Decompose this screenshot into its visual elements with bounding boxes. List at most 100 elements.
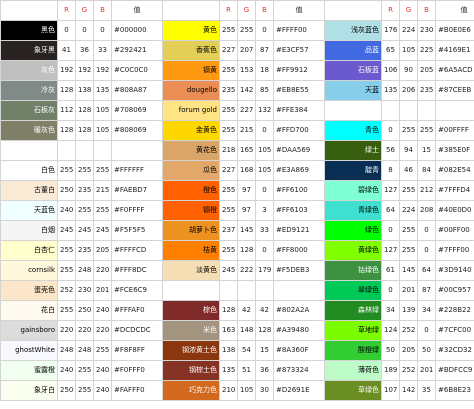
color-swatch: 天蓝	[324, 80, 382, 101]
blue-value	[255, 280, 274, 301]
blue-value: 212	[417, 180, 436, 201]
blue-value: 0	[255, 240, 274, 261]
hex-value: #DAA569	[273, 140, 325, 161]
red-value: 127	[381, 180, 400, 201]
color-swatch	[162, 280, 220, 301]
red-value: 61	[381, 260, 400, 281]
table-row: cornsilk 255 248 220 #FFF8DC 淡黄色 245 222 179 #F5D…	[0, 260, 474, 281]
red-value: 240	[57, 200, 76, 221]
green-value: 128	[75, 120, 94, 141]
green-value: 192	[75, 60, 94, 81]
green-value: 245	[75, 220, 94, 241]
green-value: 248	[75, 260, 94, 281]
blue-value: 205	[417, 60, 436, 81]
green-value: 235	[75, 240, 94, 261]
blue-value	[417, 100, 436, 121]
color-swatch: forum gold	[162, 100, 220, 121]
hex-value: #F5DEB3	[273, 260, 325, 281]
hex-value: #7CFC00	[435, 320, 474, 341]
red-value: 255	[57, 300, 76, 321]
table-row: 黑色 0 0 0 #000000 黄色 255 255 0 #FFFF00 浅灰蓝色 176 224 23…	[0, 20, 474, 41]
hex-value	[435, 100, 474, 121]
table-row: 天蓝色 240 255 255 #F0FFFF 镉橙 255 97 3 #FF6103 青绿色 64 2…	[0, 200, 474, 221]
red-value: 240	[57, 360, 76, 381]
blue-value: 205	[93, 240, 112, 261]
blue-value: 33	[255, 220, 274, 241]
table-row: 白杏仁 255 235 205 #FFFFCD 桔黄 255 128 0 #FF8000 黄绿色 12…	[0, 240, 474, 261]
hex-value: #082E54	[435, 160, 474, 181]
hex-value: #00C957	[435, 280, 474, 301]
blue-value: 215	[93, 180, 112, 201]
color-swatch: 香蕉色	[162, 40, 220, 61]
hex-value: #EB8E55	[273, 80, 325, 101]
red-value: 255	[57, 260, 76, 281]
red-value: 220	[57, 320, 76, 341]
color-swatch: 石板蓝	[324, 60, 382, 81]
red-value: 0	[57, 20, 76, 41]
blue-value: 255	[93, 340, 112, 361]
red-value: 8	[381, 160, 400, 181]
red-value: 106	[381, 60, 400, 81]
red-value: 255	[219, 240, 238, 261]
color-swatch: 绿土	[324, 140, 382, 161]
blue-value: 208	[417, 200, 436, 221]
color-swatch: 蜜露橙	[0, 360, 58, 381]
red-value: 227	[219, 160, 238, 181]
blue-value: 64	[417, 260, 436, 281]
table-row: 石板灰 112 128 105 #708069 forum gold 255 227 132 #F…	[0, 100, 474, 121]
color-swatch: 钢棕土色	[162, 360, 220, 381]
green-value: 255	[75, 380, 94, 401]
color-swatch: 钴绿色	[324, 260, 382, 281]
header-g-2: G	[237, 0, 256, 21]
hex-value: #E3CF57	[273, 40, 325, 61]
red-value: 255	[219, 60, 238, 81]
blue-value: 220	[93, 260, 112, 281]
hex-value: #FFD700	[273, 120, 325, 141]
blue-value: 18	[255, 60, 274, 81]
color-swatch: 酸橙绿	[324, 340, 382, 361]
color-swatch: 白烟	[0, 220, 58, 241]
hex-value: #000000	[111, 20, 163, 41]
green-value	[399, 100, 418, 121]
red-value: 41	[57, 40, 76, 61]
green-value: 255	[237, 20, 256, 41]
blue-value: 128	[255, 320, 274, 341]
color-swatch: 象牙白	[0, 380, 58, 401]
red-value: 250	[57, 380, 76, 401]
color-swatch: gainsboro	[0, 320, 58, 341]
hex-value: #FAEBD7	[111, 180, 163, 201]
hex-value	[111, 140, 163, 161]
table-row: 象牙黑 41 36 33 #292421 香蕉色 227 207 87 #E3CF57 品蓝 65 10…	[0, 40, 474, 61]
hex-value: #FF9912	[273, 60, 325, 81]
red-value: 235	[219, 80, 238, 101]
color-swatch: 黄色	[162, 20, 220, 41]
hex-value: #385E0F	[435, 140, 474, 161]
green-value: 201	[399, 280, 418, 301]
red-value: 248	[57, 340, 76, 361]
hex-value: #D2691E	[273, 380, 325, 401]
blue-value: 0	[93, 20, 112, 41]
blue-value: 105	[93, 120, 112, 141]
color-swatch: 天蓝色	[0, 200, 58, 221]
blue-value: 240	[93, 300, 112, 321]
green-value: 224	[399, 20, 418, 41]
red-value: 255	[219, 100, 238, 121]
red-value: 237	[219, 220, 238, 241]
color-swatch	[0, 140, 58, 161]
table-row: 黄花色 218 165 105 #DAA569 绿土 56 94 15 #385E0F	[0, 140, 474, 161]
header-name-2	[162, 0, 220, 21]
color-swatch: 镉黄	[162, 60, 220, 81]
table-row: 白色 255 255 255 #FFFFFF 瓜色 227 168 105 #E3A869 靛青 8 4…	[0, 160, 474, 181]
green-value: 142	[399, 380, 418, 401]
blue-value: 240	[93, 380, 112, 401]
color-swatch: 黑色	[0, 20, 58, 41]
green-value: 94	[399, 140, 418, 161]
blue-value	[93, 140, 112, 161]
color-swatch: 青色	[324, 120, 382, 141]
table-row: 白烟 245 245 245 #F5F5F5 胡萝卜色 237 145 33 #ED9121 绿色 0…	[0, 220, 474, 241]
hex-value: #87CEEB	[435, 80, 474, 101]
green-value: 255	[75, 360, 94, 381]
red-value: 107	[381, 380, 400, 401]
color-swatch: 冷灰	[0, 80, 58, 101]
hex-value: #7FFF00	[435, 240, 474, 261]
